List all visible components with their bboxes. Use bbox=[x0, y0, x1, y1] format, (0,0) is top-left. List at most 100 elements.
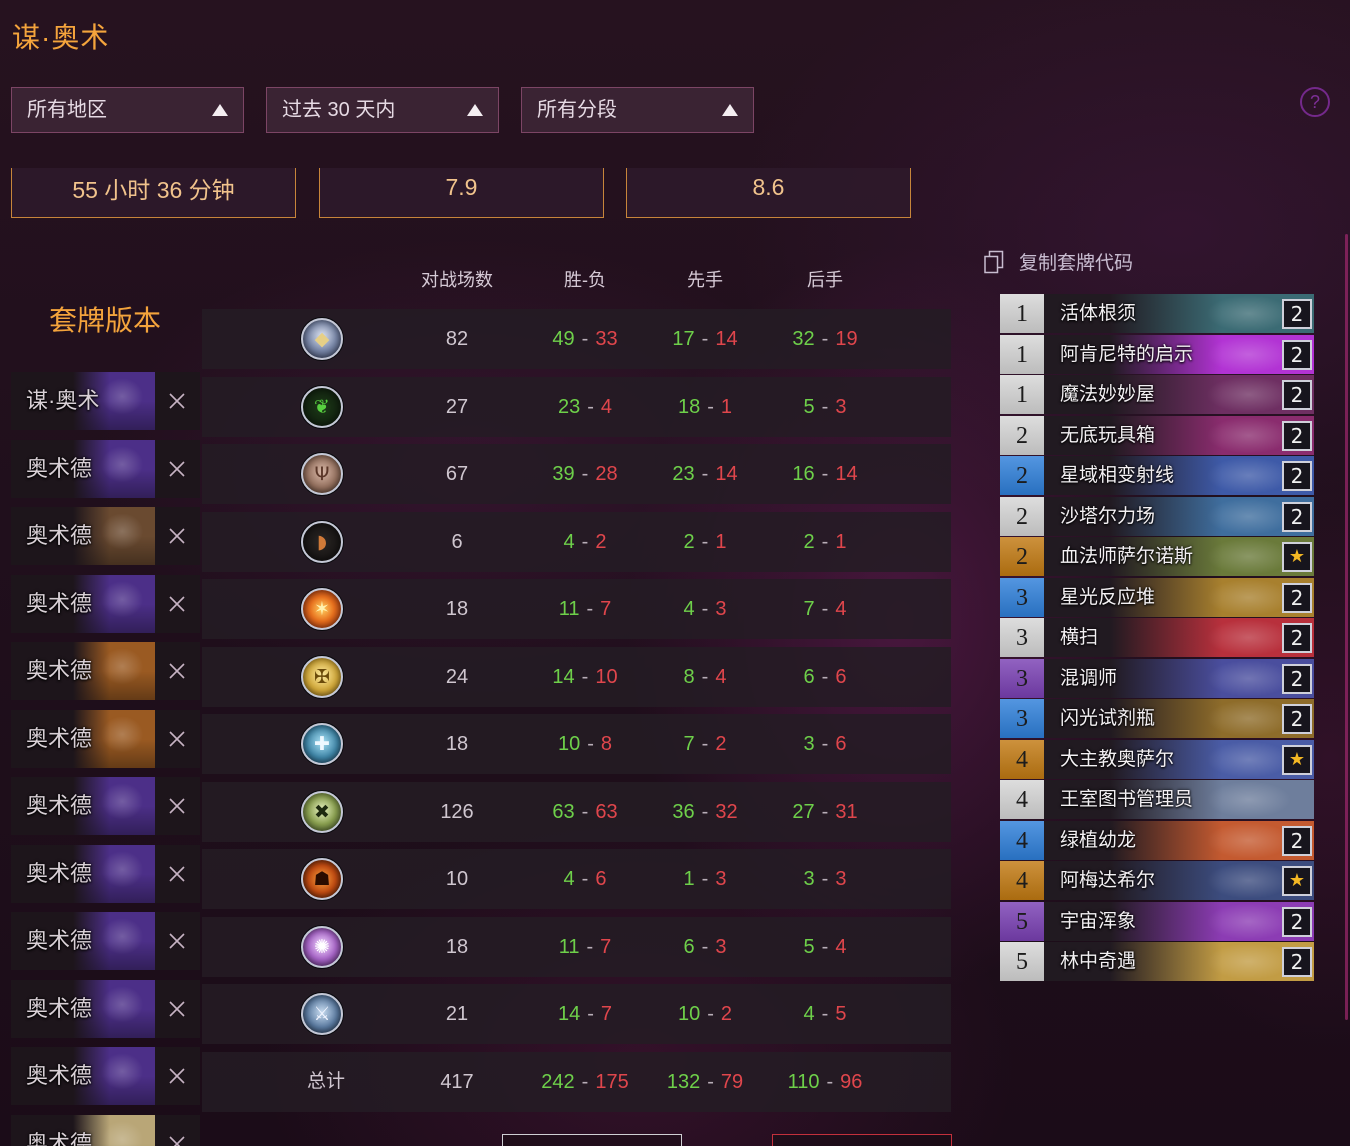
card-row[interactable]: 4 绿植幼龙 2 bbox=[1000, 820, 1314, 860]
wins-value: 132 bbox=[666, 1070, 701, 1093]
separator: - bbox=[581, 868, 589, 890]
deck-version-tile[interactable]: 奥术德 bbox=[11, 439, 200, 498]
card-row[interactable]: 4 王室图书管理员 bbox=[1000, 780, 1314, 819]
deck-version-tile[interactable]: 奥术德 bbox=[11, 1114, 200, 1146]
first-cell: 1-3 bbox=[635, 849, 775, 909]
deck-version-tile[interactable]: 奥术德 bbox=[11, 1047, 200, 1105]
close-icon[interactable] bbox=[168, 392, 186, 410]
card-row[interactable]: 4 阿梅达希尔 ★ bbox=[1000, 861, 1314, 900]
stat-value: 55 小时 36 分钟 bbox=[72, 176, 235, 203]
close-icon[interactable] bbox=[168, 797, 186, 815]
help-icon[interactable]: ? bbox=[1300, 87, 1330, 117]
deck-versions-title: 套牌版本 bbox=[48, 305, 161, 336]
close-icon[interactable] bbox=[168, 1000, 186, 1018]
close-icon[interactable] bbox=[168, 865, 186, 883]
wins-value: 3 bbox=[803, 868, 815, 890]
matchup-row: 1811-76-35-4 bbox=[202, 916, 951, 977]
win-loss-cell: 11-7 bbox=[515, 579, 655, 639]
deck-version-name: 奥术德 bbox=[26, 725, 93, 751]
wins-value: 17 bbox=[672, 328, 695, 350]
separator: - bbox=[587, 733, 594, 755]
deck-version-name: 奥术德 bbox=[26, 523, 93, 548]
second-cell: 32-19 bbox=[755, 309, 895, 369]
matchup-row: 1810-87-23-6 bbox=[202, 714, 951, 774]
deck-version-name: 奥术德 bbox=[26, 1130, 93, 1146]
card-row[interactable]: 5 林中奇遇 2 bbox=[1000, 942, 1314, 981]
close-icon[interactable] bbox=[168, 730, 186, 748]
deck-version-tile[interactable]: 奥术德 bbox=[11, 507, 200, 565]
card-row[interactable]: 2 沙塔尔力场 2 bbox=[1000, 496, 1314, 536]
separator: - bbox=[701, 463, 709, 485]
close-icon[interactable] bbox=[168, 662, 186, 680]
losses-value: 2 bbox=[715, 733, 727, 755]
deck-version-tile[interactable]: 谋·奥术 bbox=[11, 372, 200, 430]
games-count: 67 bbox=[445, 463, 469, 485]
card-row[interactable]: 2 无底玩具箱 2 bbox=[1000, 415, 1314, 455]
card-row[interactable]: 4 大主教奥萨尔 ★ bbox=[1000, 739, 1314, 779]
win-loss-cell: 63-63 bbox=[515, 782, 655, 842]
card-count: 2 bbox=[1282, 299, 1312, 329]
card-row[interactable]: 2 血法师萨尔诺斯 ★ bbox=[1000, 537, 1314, 576]
stat-box: 55 小时 36 分钟 bbox=[11, 168, 296, 218]
first-cell: 10-2 bbox=[635, 984, 775, 1044]
mana-cost: 3 bbox=[1000, 618, 1044, 657]
rank-filter-dropdown[interactable]: 所有分段 bbox=[521, 87, 754, 133]
warlock-icon bbox=[301, 925, 343, 968]
deck-version-name: 奥术德 bbox=[26, 590, 93, 616]
games-count: 18 bbox=[445, 598, 469, 620]
losses-value: 4 bbox=[835, 598, 847, 620]
scrollbar[interactable] bbox=[1345, 234, 1348, 1020]
deck-version-list: 谋·奥术 奥术德 奥术德 奥术德 奥术德 奥术德 奥术德 奥术德 奥术德 奥术德 奥术德 奥术德 bbox=[11, 372, 201, 1146]
card-row[interactable]: 3 横扫 2 bbox=[1000, 618, 1314, 657]
win-loss-cell: 49-33 bbox=[515, 309, 655, 369]
wins-value: 5 bbox=[803, 395, 815, 418]
second-cell: 110-96 bbox=[755, 1052, 895, 1112]
close-icon[interactable] bbox=[168, 1135, 186, 1146]
close-icon[interactable] bbox=[168, 932, 186, 950]
card-row[interactable]: 1 阿肯尼特的启示 2 bbox=[1000, 334, 1314, 374]
second-cell: 6-6 bbox=[755, 647, 895, 707]
separator: - bbox=[821, 935, 829, 958]
card-row[interactable]: 3 星光反应堆 2 bbox=[1000, 577, 1314, 617]
close-icon[interactable] bbox=[168, 460, 186, 478]
card-name: 星域相变射线 bbox=[1060, 465, 1175, 486]
close-icon[interactable] bbox=[168, 1067, 186, 1085]
mana-cost: 5 bbox=[1000, 901, 1044, 941]
separator: - bbox=[701, 800, 709, 823]
losses-value: 33 bbox=[595, 328, 618, 350]
card-row[interactable]: 1 活体根须 2 bbox=[1000, 294, 1314, 333]
card-row[interactable]: 1 魔法妙妙屋 2 bbox=[1000, 375, 1314, 414]
deck-version-tile[interactable]: 奥术德 bbox=[11, 574, 200, 633]
second-cell: 16-14 bbox=[755, 444, 895, 504]
outline-button[interactable] bbox=[502, 1134, 682, 1146]
card-row[interactable]: 5 宇宙浑象 2 bbox=[1000, 901, 1314, 941]
close-icon[interactable] bbox=[168, 527, 186, 545]
deck-version-tile[interactable]: 奥术德 bbox=[11, 709, 200, 768]
close-icon[interactable] bbox=[168, 595, 186, 613]
separator: - bbox=[586, 935, 594, 958]
red-outline-button[interactable] bbox=[772, 1134, 952, 1146]
deck-version-tile[interactable]: 奥术德 bbox=[11, 777, 200, 835]
matchup-table: 8249-3317-1432-192723-418-15-36739-2823-… bbox=[202, 309, 951, 1112]
first-cell: 8-4 bbox=[635, 647, 775, 707]
copy-deck-code-label: 复制套牌代码 bbox=[1019, 253, 1134, 274]
time-range-filter-dropdown[interactable]: 过去 30 天内 bbox=[266, 87, 499, 133]
card-row[interactable]: 2 星域相变射线 2 bbox=[1000, 456, 1314, 495]
card-name: 林中奇遇 bbox=[1060, 951, 1137, 972]
deck-version-tile[interactable]: 奥术德 bbox=[11, 642, 200, 700]
deck-version-tile[interactable]: 奥术德 bbox=[11, 912, 200, 970]
separator: - bbox=[826, 1070, 834, 1093]
matchup-row: 64-22-12-1 bbox=[202, 511, 951, 572]
deck-version-tile[interactable]: 奥术德 bbox=[11, 844, 200, 903]
wins-value: 2 bbox=[803, 530, 815, 553]
region-filter-dropdown[interactable]: 所有地区 bbox=[11, 87, 244, 133]
losses-value: 4 bbox=[835, 935, 847, 958]
matchup-row: 8249-3317-1432-19 bbox=[202, 309, 951, 369]
first-cell: 6-3 bbox=[635, 917, 775, 977]
card-name: 星光反应堆 bbox=[1060, 586, 1156, 608]
card-row[interactable]: 3 混调师 2 bbox=[1000, 658, 1314, 698]
deck-version-tile[interactable]: 奥术德 bbox=[11, 979, 200, 1038]
copy-deck-code-button[interactable]: 复制套牌代码 bbox=[984, 250, 1164, 278]
card-row[interactable]: 3 闪光试剂瓶 2 bbox=[1000, 699, 1314, 738]
losses-value: 6 bbox=[595, 868, 607, 890]
